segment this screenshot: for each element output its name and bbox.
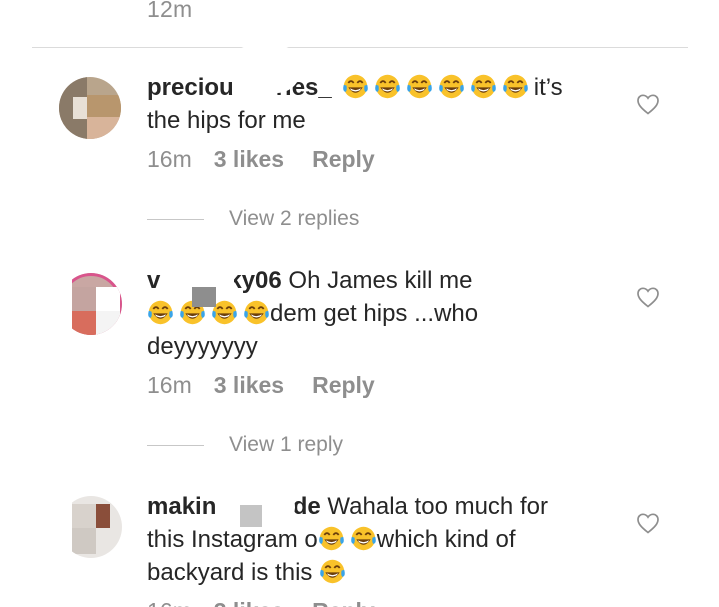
view-replies-label: View 2 replies (229, 207, 360, 230)
tears-of-joy-emoji (438, 73, 465, 100)
comment-text: which kind of (376, 526, 516, 553)
redaction-mask (229, 45, 301, 93)
comment-time: 16m (147, 146, 192, 172)
comment-body: preciou ries_ it’s the hips for me (147, 71, 563, 137)
tears-of-joy-emoji (342, 73, 369, 100)
redaction-mask (192, 287, 216, 307)
replies-line (147, 218, 204, 220)
comment-meta: 16m 3 likes Reply (147, 598, 375, 607)
redaction-mask (60, 265, 72, 337)
tears-of-joy-emoji (318, 525, 345, 552)
comment-text: deyyyyyyy (147, 333, 258, 360)
avatar[interactable] (59, 77, 121, 139)
view-replies-button[interactable]: View 2 replies (147, 207, 359, 231)
tears-of-joy-emoji (374, 73, 401, 100)
reply-button[interactable]: Reply (312, 372, 375, 399)
redaction-mask (60, 490, 72, 562)
likes-count[interactable]: 3 likes (214, 372, 284, 399)
heart-icon[interactable] (636, 286, 660, 308)
comment-text: the hips for me (147, 107, 306, 134)
reply-button[interactable]: Reply (312, 146, 375, 173)
tears-of-joy-emoji (406, 73, 433, 100)
tears-of-joy-emoji (147, 299, 174, 326)
comment-text: Wahala too much for (327, 493, 548, 520)
tears-of-joy-emoji (319, 558, 346, 585)
heart-icon[interactable] (636, 93, 660, 115)
comment-meta: 16m 3 likes Reply (147, 146, 375, 173)
tears-of-joy-emoji (243, 299, 270, 326)
view-replies-label: View 1 reply (229, 433, 344, 456)
comment-text: Oh James kill me (288, 267, 473, 294)
comment-body: makin ade Wahala too much for this Instag… (147, 490, 548, 589)
heart-icon[interactable] (636, 512, 660, 534)
comment-text: it’s (533, 74, 563, 101)
comment-text: dem get hips ...who (270, 300, 479, 327)
replies-line (147, 444, 204, 446)
comment-time: 16m (147, 372, 192, 398)
tears-of-joy-emoji (502, 73, 529, 100)
redaction-mask (240, 505, 262, 527)
comment-text: this Instagram o (147, 526, 318, 553)
reply-button[interactable]: Reply (312, 598, 375, 607)
section-divider (32, 47, 688, 48)
comment-time: 16m (147, 598, 192, 607)
view-replies-button[interactable]: View 1 reply (147, 433, 343, 457)
tears-of-joy-emoji (350, 525, 377, 552)
likes-count[interactable]: 3 likes (214, 598, 284, 607)
previous-comment-time: 12m (147, 0, 193, 22)
comment-meta: 16m 3 likes Reply (147, 372, 375, 399)
tears-of-joy-emoji (470, 73, 497, 100)
likes-count[interactable]: 3 likes (214, 146, 284, 173)
comment-text: backyard is this (147, 559, 313, 586)
